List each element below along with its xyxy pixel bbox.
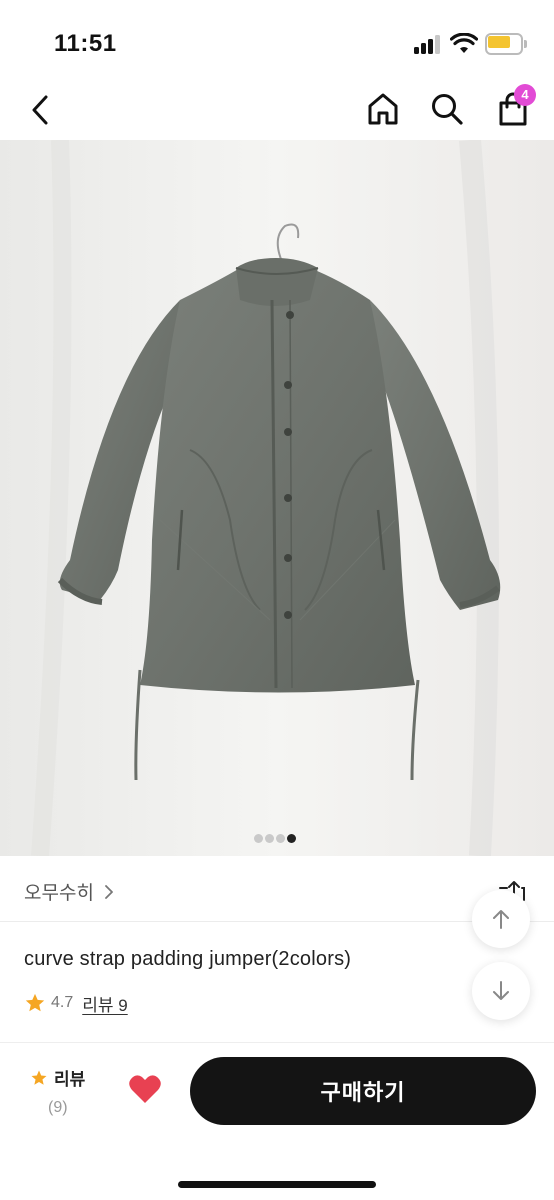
- rating-value: 4.7: [51, 994, 74, 1011]
- wifi-icon: [450, 33, 478, 53]
- scroll-down-button[interactable]: [472, 962, 530, 1020]
- product-image[interactable]: [0, 140, 554, 856]
- rating-row: 4.7 리뷰 9: [24, 990, 128, 1016]
- review-label: 리뷰: [54, 1070, 86, 1089]
- search-icon[interactable]: [428, 90, 466, 128]
- home-indicator: [178, 1181, 376, 1188]
- status-bar: 11:51: [0, 0, 554, 80]
- product-title: curve strap padding jumper(2colors): [24, 948, 352, 970]
- page-dot[interactable]: [254, 834, 263, 843]
- heart-icon[interactable]: [128, 1073, 162, 1105]
- cart-count-badge: 4: [514, 84, 536, 106]
- divider: [0, 921, 554, 922]
- brand-row: 오무수히: [0, 860, 554, 922]
- brand-link[interactable]: 오무수히: [24, 878, 114, 905]
- top-navigation: 4: [0, 80, 554, 140]
- chevron-right-icon: [105, 884, 113, 899]
- arrow-up-icon: [493, 910, 509, 929]
- page-dot[interactable]: [265, 834, 274, 843]
- review-tab[interactable]: 리뷰 (9): [30, 1065, 100, 1116]
- bottom-action-bar: 리뷰 (9) 구매하기: [0, 1042, 554, 1200]
- battery-icon: [485, 33, 527, 55]
- chevron-left-icon[interactable]: [26, 92, 56, 128]
- gallery-page-indicator[interactable]: [0, 834, 554, 848]
- status-time: 11:51: [54, 30, 117, 57]
- page-dot[interactable]: [287, 834, 296, 843]
- scroll-up-button[interactable]: [472, 890, 530, 948]
- star-icon: [25, 993, 45, 1012]
- buy-button[interactable]: 구매하기: [190, 1057, 536, 1125]
- product-photo: [0, 140, 554, 856]
- brand-name: 오무수히: [24, 883, 94, 904]
- page-dot[interactable]: [276, 834, 285, 843]
- review-count: (9): [48, 1099, 68, 1116]
- arrow-down-icon: [493, 981, 509, 1000]
- cellular-signal-icon: [414, 34, 442, 54]
- reviews-link[interactable]: 리뷰 9: [82, 991, 127, 1016]
- star-icon: [31, 1070, 47, 1085]
- home-icon[interactable]: [364, 90, 402, 128]
